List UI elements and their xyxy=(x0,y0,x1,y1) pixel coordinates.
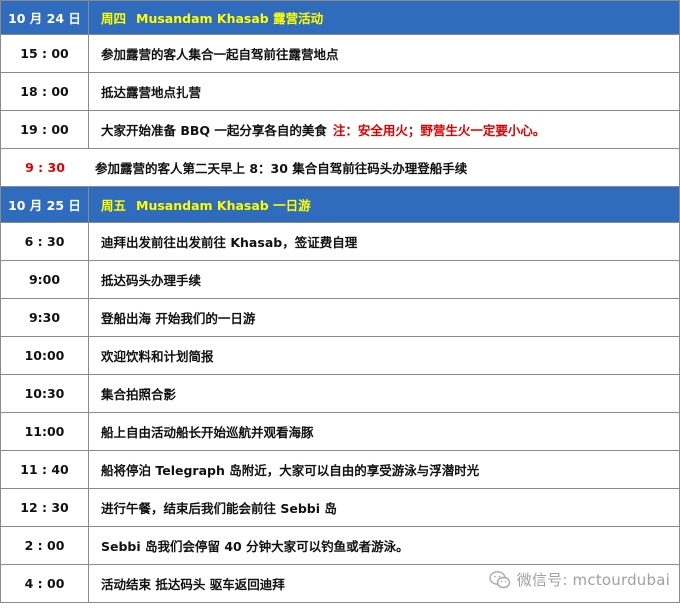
row-time: 10:30 xyxy=(1,375,89,412)
row-desc: 欢迎饮料和计划简报 xyxy=(101,349,214,364)
row-desc: 参加露营的客人集合一起自驾前往露营地点 xyxy=(101,47,339,62)
row-time: 10:00 xyxy=(1,337,89,374)
table-row: 19 : 00 大家开始准备 BBQ 一起分享各自的美食 注：安全用火；野营生火… xyxy=(0,111,680,149)
table-row: 12 : 30 进行午餐，结束后我们能会前往 Sebbi 岛 xyxy=(0,489,680,527)
table-row: 10:30 集合拍照合影 xyxy=(0,375,680,413)
table-row: 11:00 船上自由活动船长开始巡航并观看海豚 xyxy=(0,413,680,451)
table-row: 9:00 抵达码头办理手续 xyxy=(0,261,680,299)
header-weekday: 周四 xyxy=(101,11,127,26)
row-time: 2 : 00 xyxy=(1,527,89,564)
header-title: Musandam Khasab 露营活动 xyxy=(136,11,324,26)
table-row: 18 : 00 抵达露营地点扎营 xyxy=(0,73,680,111)
table-row: 11 : 40 船将停泊 Telegraph 岛附近，大家可以自由的享受游泳与浮… xyxy=(0,451,680,489)
row-desc: Sebbi 岛我们会停留 40 分钟大家可以钓鱼或者游泳。 xyxy=(101,539,409,554)
notice-row: 9 : 30 参加露营的客人第二天早上 8：30 集合自驾前往码头办理登船手续 xyxy=(0,149,680,187)
row-desc: 抵达码头办理手续 xyxy=(101,273,202,288)
header-date: 10 月 25 日 xyxy=(1,187,89,222)
row-desc: 船上自由活动船长开始巡航并观看海豚 xyxy=(101,425,314,440)
row-time: 9:00 xyxy=(1,261,89,298)
wechat-icon xyxy=(489,570,510,588)
row-desc: 抵达露营地点扎营 xyxy=(101,85,202,100)
row-time: 11 : 40 xyxy=(1,451,89,488)
table-row: 15 : 00 参加露营的客人集合一起自驾前往露营地点 xyxy=(0,35,680,73)
watermark-text: 微信号: mctourdubai xyxy=(516,571,670,589)
notice-desc: 参加露营的客人第二天早上 8：30 集合自驾前往码头办理登船手续 xyxy=(95,161,468,176)
table-row: 2 : 00 Sebbi 岛我们会停留 40 分钟大家可以钓鱼或者游泳。 xyxy=(0,527,680,565)
row-time: 4 : 00 xyxy=(1,565,89,602)
row-time: 9:30 xyxy=(1,299,89,336)
header-weekday: 周五 xyxy=(101,198,127,213)
wechat-watermark: 微信号: mctourdubai xyxy=(489,569,670,590)
safety-note: 注：安全用火；野营生火一定要小心。 xyxy=(332,123,546,138)
day-header-oct24: 10 月 24 日 周四 Musandam Khasab 露营活动 xyxy=(0,0,680,35)
day-header-oct25: 10 月 25 日 周五 Musandam Khasab 一日游 xyxy=(0,187,680,223)
notice-time: 9 : 30 xyxy=(25,160,65,175)
row-time: 18 : 00 xyxy=(1,73,89,110)
row-desc: 登船出海 开始我们的一日游 xyxy=(101,311,256,326)
row-desc: 集合拍照合影 xyxy=(101,387,177,402)
schedule-table: 10 月 24 日 周四 Musandam Khasab 露营活动 15 : 0… xyxy=(0,0,680,603)
row-desc: 大家开始准备 BBQ 一起分享各自的美食 xyxy=(101,123,327,138)
row-time: 15 : 00 xyxy=(1,35,89,72)
table-row: 9:30 登船出海 开始我们的一日游 xyxy=(0,299,680,337)
row-time: 19 : 00 xyxy=(1,111,89,148)
header-date: 10 月 24 日 xyxy=(1,1,89,34)
header-title: Musandam Khasab 一日游 xyxy=(136,198,311,213)
table-row: 6 : 30 迪拜出发前往出发前往 Khasab，签证费自理 xyxy=(0,223,680,261)
row-desc: 迪拜出发前往出发前往 Khasab，签证费自理 xyxy=(101,235,358,250)
row-time: 11:00 xyxy=(1,413,89,450)
row-desc: 船将停泊 Telegraph 岛附近，大家可以自由的享受游泳与浮潜时光 xyxy=(101,463,480,478)
row-time: 6 : 30 xyxy=(1,223,89,260)
row-time: 12 : 30 xyxy=(1,489,89,526)
table-row: 10:00 欢迎饮料和计划简报 xyxy=(0,337,680,375)
row-desc: 进行午餐，结束后我们能会前往 Sebbi 岛 xyxy=(101,501,337,516)
